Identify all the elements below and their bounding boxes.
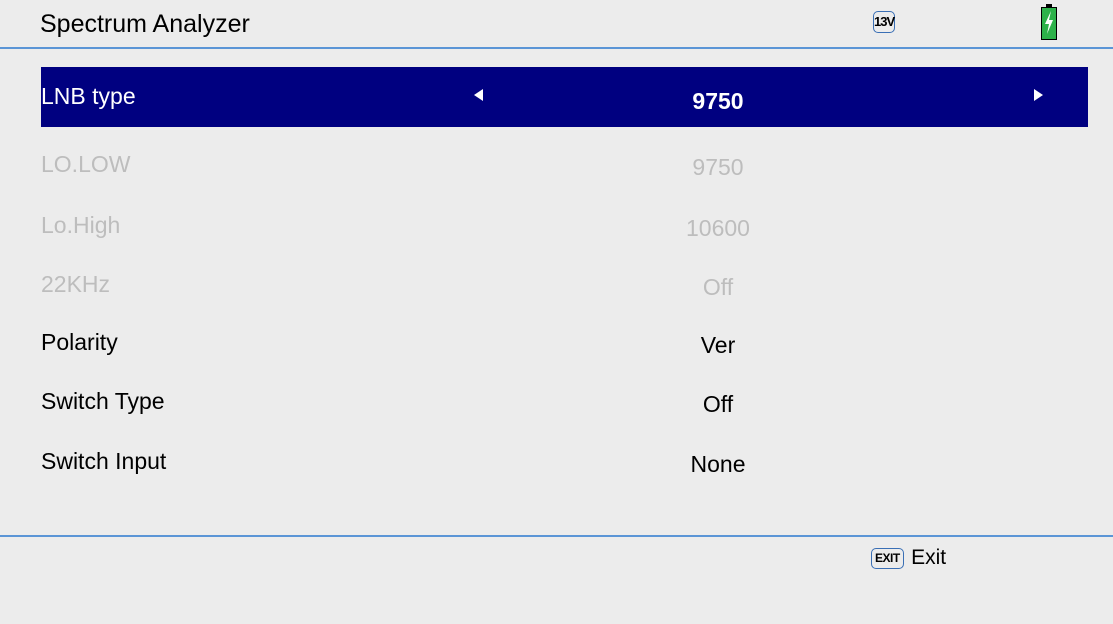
menu-value: None [690,451,746,477]
exit-button[interactable]: EXIT Exit [871,545,946,577]
menu-value: Ver [700,332,736,358]
menu-row-lo-low: LO.LOW 9750 [41,135,1088,195]
exit-key-icon: EXIT [871,547,904,569]
arrow-right-icon[interactable] [1034,89,1043,101]
app-title: Spectrum Analyzer [40,10,250,38]
exit-label: Exit [911,546,947,569]
menu-row-switch-input[interactable]: Switch Input None [41,432,1088,492]
menu-row-switch-type[interactable]: Switch Type Off [41,372,1088,432]
title-bar: Spectrum Analyzer 13V [0,0,1113,47]
menu-row-lnb-type[interactable]: LNB type 9750 [41,67,1088,127]
arrow-left-icon[interactable] [474,89,483,101]
menu-label: 22KHz [41,271,111,297]
menu-label: LNB type [41,83,136,109]
menu-value: 10600 [686,215,750,241]
battery-charging-icon [1041,4,1057,40]
menu-value: 9750 [692,154,744,180]
menu-label: Lo.High [41,212,121,238]
menu-value: Off [702,391,734,417]
menu-label: Switch Input [41,448,167,474]
menu-label: LO.LOW [41,151,131,177]
menu-label: Polarity [41,329,118,355]
footer-divider [0,535,1113,537]
menu-row-polarity[interactable]: Polarity Ver [41,313,1088,373]
menu-row-22khz: 22KHz Off [41,255,1088,315]
menu-row-lo-high: Lo.High 10600 [41,196,1088,256]
header-divider [0,47,1113,49]
menu-value: Off [702,274,734,300]
menu-value: 9750 [692,88,744,114]
menu-label: Switch Type [41,388,165,414]
voltage-13v-icon: 13V [873,11,895,33]
